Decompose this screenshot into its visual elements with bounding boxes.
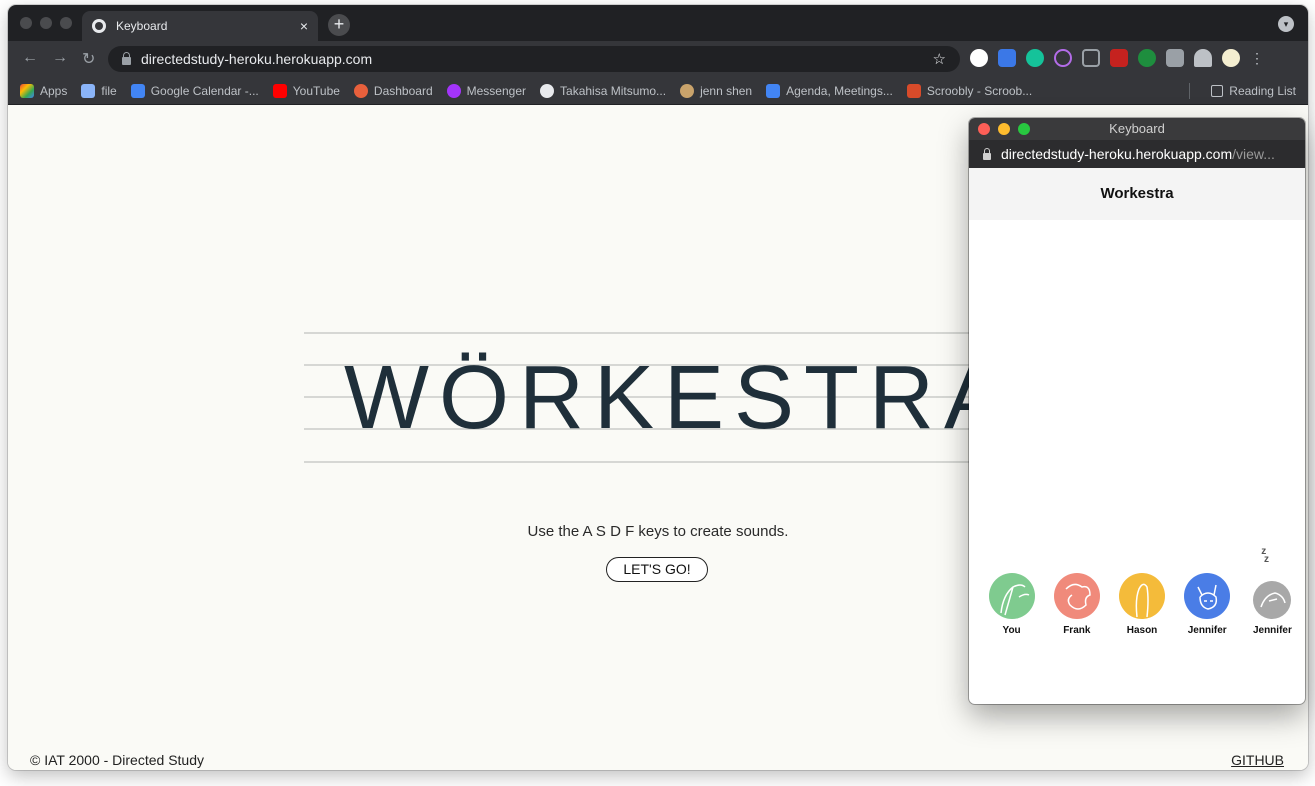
bookmark-takahisa[interactable]: Takahisa Mitsumo... (540, 83, 666, 98)
popup-titlebar: Keyboard (969, 118, 1305, 140)
globe-icon (540, 83, 555, 98)
player-hason[interactable]: Hason (1109, 573, 1174, 636)
tab-strip: Keyboard × + ▾ (8, 5, 1308, 41)
address-bar[interactable]: directedstudy-heroku.herokuapp.com ☆ (108, 46, 960, 72)
new-tab-button[interactable]: + (328, 14, 350, 36)
reload-icon[interactable]: ↻ (82, 49, 95, 69)
popup-address-bar[interactable]: directedstudy-heroku.herokuapp.com/view.… (969, 140, 1305, 168)
bookmark-star-icon[interactable]: ☆ (933, 50, 946, 68)
lock-icon (122, 52, 131, 65)
extension-broadcast-icon[interactable] (1054, 49, 1072, 67)
lets-go-button[interactable]: LET'S GO! (606, 557, 708, 582)
popup-url-main: directedstudy-heroku.herokuapp.com (1001, 146, 1233, 162)
maximize-window-button[interactable] (60, 17, 72, 29)
reading-list-button[interactable]: Reading List (1211, 84, 1296, 98)
folder-icon (81, 83, 96, 98)
avatar-icon (680, 83, 695, 98)
close-window-button[interactable] (20, 17, 32, 29)
calendar-icon (130, 83, 145, 98)
tab-title: Keyboard (116, 19, 168, 33)
squirrel-icon (1053, 573, 1100, 619)
popup-window-controls (978, 123, 1030, 135)
bookmarks-divider (1189, 83, 1190, 99)
scroobly-icon (906, 83, 921, 98)
extension-grey-icon[interactable] (1166, 49, 1184, 67)
profile-avatar[interactable] (1222, 49, 1240, 67)
extensions-bar: ⋮ (970, 49, 1264, 67)
toolbar: ← → ↻ directedstudy-heroku.herokuapp.com… (8, 41, 1308, 77)
youtube-icon (272, 83, 287, 98)
address-text: directedstudy-heroku.herokuapp.com (141, 51, 373, 67)
dashboard-icon (353, 83, 368, 98)
bookmark-google-calendar[interactable]: Google Calendar -... (130, 83, 259, 98)
tab-search-icon[interactable]: ▾ (1278, 16, 1294, 32)
github-link[interactable]: GITHUB (1231, 752, 1284, 768)
player-you[interactable]: You (979, 573, 1044, 636)
globe-icon (92, 19, 106, 33)
popup-close-button[interactable] (978, 123, 990, 135)
bookmark-agenda[interactable]: Agenda, Meetings... (766, 83, 893, 98)
bookmark-jenn-shen[interactable]: jenn shen (680, 83, 752, 98)
bookmark-messenger[interactable]: Messenger (446, 83, 526, 98)
extension-dropper-icon[interactable] (998, 49, 1016, 67)
players-row: You Frank Hason Jennifer Jennifer (969, 573, 1305, 636)
screenshot-icon[interactable] (1082, 49, 1100, 67)
bookmark-dashboard[interactable]: Dashboard (353, 83, 433, 98)
popup-title: Keyboard (1109, 121, 1165, 136)
close-tab-icon[interactable]: × (300, 18, 308, 34)
plant-creature-icon (988, 573, 1035, 619)
puzzle-icon[interactable] (1194, 49, 1212, 67)
bookmark-scroobly[interactable]: Scroobly - Scroob... (906, 83, 1032, 98)
lock-icon (983, 147, 991, 160)
popup-minimize-button[interactable] (998, 123, 1010, 135)
workestra-logo: WÖRKESTRA (304, 332, 984, 463)
cat-face-icon (1184, 573, 1231, 619)
footer-copyright: © IAT 2000 - Directed Study (30, 752, 204, 768)
sleep-indicator-icon: z z (1261, 546, 1269, 565)
popup-header: Workestra (969, 168, 1305, 220)
reading-list-icon (1211, 85, 1224, 97)
grammarly-icon[interactable] (1026, 49, 1044, 67)
bookmark-apps[interactable]: Apps (20, 83, 67, 98)
popup-window: Keyboard directedstudy-heroku.herokuapp.… (969, 118, 1305, 704)
player-jennifer-1[interactable]: Jennifer (1175, 573, 1240, 636)
bookmarks-bar: Apps file Google Calendar -... YouTube D… (8, 77, 1308, 105)
ghost-creature-icon (1119, 573, 1165, 619)
popup-maximize-button[interactable] (1018, 123, 1030, 135)
apps-grid-icon (20, 83, 34, 98)
window-controls (20, 17, 72, 29)
tab-keyboard[interactable]: Keyboard × (82, 11, 318, 41)
messenger-icon (446, 83, 461, 98)
bookmark-youtube[interactable]: YouTube (272, 83, 340, 98)
ublock-icon[interactable] (1110, 49, 1128, 67)
extension-green-icon[interactable] (1138, 49, 1156, 67)
bookmark-file[interactable]: file (81, 83, 117, 98)
menu-kebab-icon[interactable]: ⋮ (1250, 50, 1264, 67)
docs-icon (766, 83, 781, 98)
forward-icon[interactable]: → (52, 49, 68, 67)
back-icon[interactable]: ← (22, 49, 38, 67)
sleeping-creature-icon (1253, 581, 1292, 619)
player-jennifer-2[interactable]: Jennifer (1240, 573, 1305, 636)
minimize-window-button[interactable] (40, 17, 52, 29)
logo-text: WÖRKESTRA (344, 348, 984, 448)
player-frank[interactable]: Frank (1044, 573, 1109, 636)
popup-url-path: /view... (1232, 146, 1275, 162)
extension-circle-icon[interactable] (970, 49, 988, 67)
